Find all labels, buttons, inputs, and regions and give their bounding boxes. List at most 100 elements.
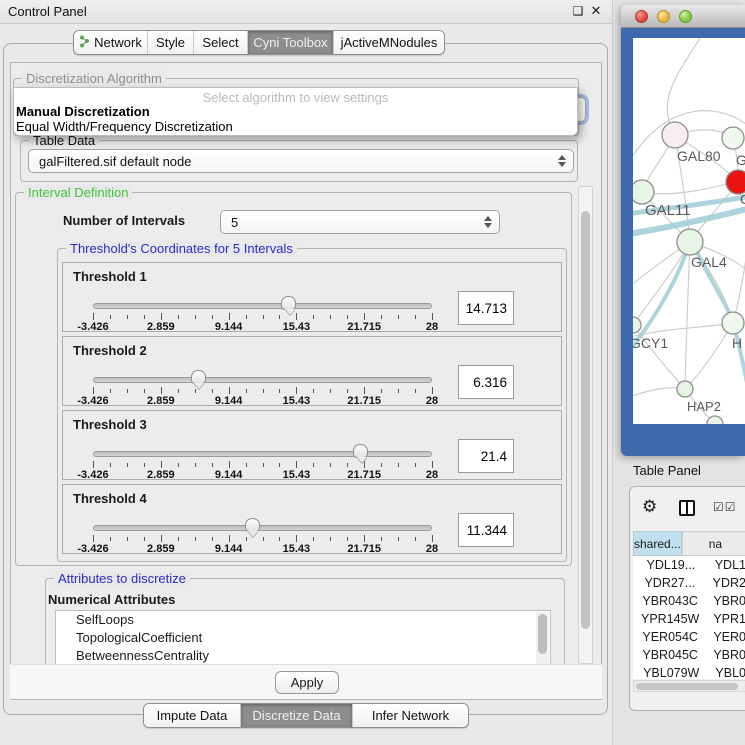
cell-name[interactable]: YDR2 <box>707 574 745 592</box>
table-row[interactable]: YBR045CYBR0 <box>633 646 745 664</box>
slider-tick <box>178 537 179 541</box>
column-header-shared-name[interactable]: shared... <box>633 531 682 556</box>
network-node[interactable] <box>662 122 688 148</box>
gear-icon[interactable]: ⚙ <box>642 497 657 517</box>
cell-shared-name[interactable]: YPR145W <box>633 610 707 628</box>
tab-impute-data[interactable]: Impute Data <box>144 704 241 727</box>
network-node[interactable] <box>633 317 641 333</box>
attribute-list-item[interactable]: TopologicalCoefficient <box>56 629 550 647</box>
threshold-value-field[interactable] <box>458 365 514 399</box>
slider-tick <box>212 315 213 319</box>
checkbox-icon[interactable]: ☑☑ <box>713 500 737 514</box>
slider-track[interactable] <box>93 525 432 531</box>
slider-tick <box>381 315 382 319</box>
network-node[interactable] <box>707 416 723 424</box>
cell-shared-name[interactable]: YER054C <box>633 628 707 646</box>
slider-track[interactable] <box>93 377 432 383</box>
table-row[interactable]: YER054CYER0 <box>633 628 745 646</box>
table-data-combobox[interactable]: galFiltered.sif default node <box>28 149 574 173</box>
scrollbar-thumb[interactable] <box>581 211 590 629</box>
attributes-scrollbar[interactable] <box>536 612 549 666</box>
tab-network[interactable]: Network <box>74 31 148 54</box>
table-row[interactable]: YDR27...YDR2 <box>633 574 745 592</box>
network-window-titlebar[interactable] <box>621 5 745 28</box>
network-edge[interactable] <box>685 323 733 389</box>
table-row[interactable]: YBR043CYBR0 <box>633 592 745 610</box>
network-node[interactable] <box>677 381 693 397</box>
cell-shared-name[interactable]: YDL19... <box>633 556 709 574</box>
slider-thumb[interactable] <box>353 444 368 458</box>
close-icon[interactable]: ✕ <box>588 3 604 19</box>
network-frame: GAL80GACGAL11GAL4GCY1HHAP2 <box>621 28 745 456</box>
slider-track[interactable] <box>93 303 432 309</box>
dropdown-option-manual[interactable]: Manual Discretization <box>14 104 577 119</box>
network-view-window[interactable]: GAL80GACGAL11GAL4GCY1HHAP2 <box>621 5 745 456</box>
tab-discretize-data[interactable]: Discretize Data <box>241 704 353 727</box>
dropdown-hint: Select algorithm to view settings <box>14 88 577 104</box>
network-node[interactable] <box>633 180 654 204</box>
network-node[interactable] <box>722 127 744 149</box>
slider-tick <box>127 463 128 467</box>
slider-tick <box>246 389 247 393</box>
slider-thumb[interactable] <box>281 296 296 310</box>
threshold-value-field[interactable] <box>458 291 514 325</box>
tab-jactivemnodules[interactable]: jActiveMNodules <box>334 31 444 54</box>
network-edge[interactable] <box>667 38 703 135</box>
slider-tick-label: 28 <box>409 543 455 555</box>
apply-button[interactable]: Apply <box>275 671 339 694</box>
cell-name[interactable]: YDL1 <box>709 556 745 574</box>
slider-tick <box>161 313 162 320</box>
numerical-attributes-list[interactable]: SelfLoopsTopologicalCoefficientBetweenne… <box>55 610 551 666</box>
dropdown-option-equal-width[interactable]: Equal Width/Frequency Discretization <box>14 119 577 134</box>
network-canvas[interactable]: GAL80GACGAL11GAL4GCY1HHAP2 <box>633 38 745 424</box>
network-edge[interactable] <box>733 243 745 323</box>
cell-shared-name[interactable]: YBL079W <box>633 664 709 679</box>
column-header-name[interactable]: na <box>682 531 745 556</box>
tab-infer-network[interactable]: Infer Network <box>353 704 468 727</box>
main-scrollbar[interactable] <box>578 186 593 664</box>
slider-tick <box>381 463 382 467</box>
slider-tick <box>144 537 145 541</box>
node-table[interactable]: shared... na YDL19...YDL1YDR27...YDR2YBR… <box>633 531 745 679</box>
threshold-value-field[interactable] <box>458 513 514 547</box>
minimize-light-yellow[interactable] <box>657 10 670 23</box>
slider-tick <box>398 389 399 393</box>
tab-cyni-toolbox[interactable]: Cyni Toolbox <box>248 31 334 54</box>
network-node[interactable] <box>722 312 744 334</box>
slider-tick <box>161 535 162 542</box>
attribute-list-item[interactable]: BetweennessCentrality <box>56 647 550 665</box>
table-hscrollbar[interactable] <box>633 680 745 692</box>
scrollbar-thumb[interactable] <box>538 614 547 654</box>
slider-thumb[interactable] <box>191 370 206 384</box>
tab-select[interactable]: Select <box>194 31 248 54</box>
split-columns-icon[interactable] <box>679 500 695 516</box>
slider-thumb[interactable] <box>245 518 260 532</box>
number-of-intervals-spinner[interactable]: 5 <box>220 210 500 234</box>
slider-tick <box>347 389 348 393</box>
attribute-list-item[interactable]: SelfLoops <box>56 611 550 629</box>
cell-name[interactable]: YER0 <box>707 628 745 646</box>
slider-tick <box>279 315 280 319</box>
cell-name[interactable]: YPR1 <box>707 610 745 628</box>
table-row[interactable]: YPR145WYPR1 <box>633 610 745 628</box>
close-light-red[interactable] <box>635 10 648 23</box>
threshold-value-field[interactable] <box>458 439 514 473</box>
network-node[interactable] <box>677 229 703 255</box>
table-row[interactable]: YBL079WYBL0 <box>633 664 745 679</box>
network-edge[interactable] <box>633 242 690 325</box>
zoom-light-green[interactable] <box>679 10 692 23</box>
cell-name[interactable]: YBR0 <box>707 646 745 664</box>
scrollbar-thumb[interactable] <box>636 683 738 690</box>
table-row[interactable]: YDL19...YDL1 <box>633 556 745 574</box>
cell-shared-name[interactable]: YBR043C <box>633 592 707 610</box>
slider-track[interactable] <box>93 451 432 457</box>
cell-shared-name[interactable]: YDR27... <box>633 574 707 592</box>
cell-name[interactable]: YBR0 <box>707 592 745 610</box>
network-edge[interactable] <box>685 242 690 389</box>
tab-style[interactable]: Style <box>148 31 194 54</box>
cell-shared-name[interactable]: YBR045C <box>633 646 707 664</box>
algorithm-dropdown-popup: Select algorithm to view settings Manual… <box>13 87 578 136</box>
cell-name[interactable]: YBL0 <box>709 664 745 679</box>
float-icon[interactable]: ❑ <box>570 3 586 19</box>
slider-tick-label: 28 <box>409 469 455 481</box>
